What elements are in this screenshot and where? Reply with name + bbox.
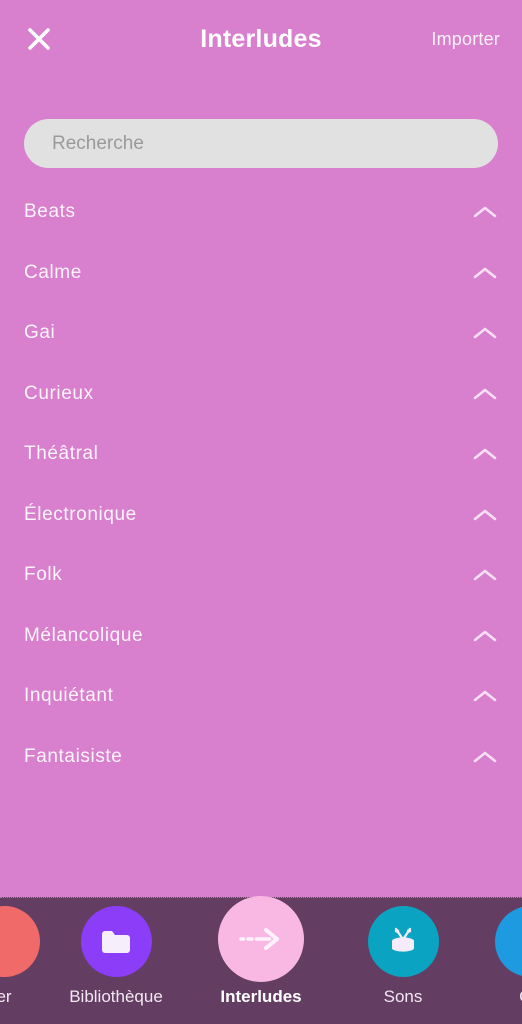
- nav-item-label: Interludes: [220, 987, 302, 1006]
- chevron-up-icon[interactable]: [472, 446, 498, 462]
- category-label: Fantaisiste: [24, 745, 123, 767]
- category-label: Théâtral: [24, 443, 99, 465]
- nav-item-label: Sons: [383, 987, 423, 1006]
- search-input[interactable]: [24, 119, 498, 168]
- category-row[interactable]: Théâtral: [0, 424, 522, 485]
- nav-item-label: Bibliothèque: [69, 987, 163, 1006]
- category-label: Électronique: [24, 503, 137, 525]
- category-label: Inquiétant: [24, 685, 114, 707]
- dashed-arrow-icon[interactable]: [218, 896, 304, 982]
- category-row[interactable]: Mélancolique: [0, 606, 522, 667]
- category-row[interactable]: Fantaisiste: [0, 727, 522, 788]
- chevron-up-icon[interactable]: [472, 688, 498, 704]
- category-row[interactable]: Curieux: [0, 364, 522, 425]
- category-row[interactable]: Gai: [0, 303, 522, 364]
- category-row[interactable]: Folk: [0, 545, 522, 606]
- chevron-up-icon[interactable]: [472, 204, 498, 220]
- partial-left-icon[interactable]: [0, 906, 40, 977]
- nav-item-er[interactable]: er: [0, 906, 64, 1007]
- bottom-navigation: er Bibliothèque Interludes Sons Ch: [0, 896, 522, 1024]
- chevron-up-icon[interactable]: [472, 325, 498, 341]
- category-label: Gai: [24, 322, 56, 344]
- category-row[interactable]: Électronique: [0, 485, 522, 546]
- import-button[interactable]: Importer: [431, 29, 500, 50]
- nav-item-biblioth-que[interactable]: Bibliothèque: [56, 906, 176, 1007]
- partial-right-icon[interactable]: [494, 906, 522, 977]
- category-label: Mélancolique: [24, 624, 144, 646]
- bottom-navigation-track: er Bibliothèque Interludes Sons Ch: [0, 896, 522, 1024]
- category-row[interactable]: Inquiétant: [0, 666, 522, 727]
- nav-item-label: er: [0, 987, 12, 1006]
- chevron-up-icon[interactable]: [472, 628, 498, 644]
- category-row[interactable]: Beats: [0, 182, 522, 243]
- chevron-up-icon[interactable]: [472, 567, 498, 583]
- nav-item-ch[interactable]: Ch: [470, 906, 522, 1007]
- category-row[interactable]: Calme: [0, 243, 522, 304]
- header-bar: Interludes Importer: [0, 0, 522, 78]
- drum-icon[interactable]: [367, 906, 439, 977]
- category-label: Beats: [24, 201, 76, 223]
- chevron-up-icon[interactable]: [472, 265, 498, 281]
- category-label: Calme: [24, 261, 82, 283]
- folder-icon[interactable]: [80, 906, 152, 977]
- nav-item-sons[interactable]: Sons: [343, 906, 463, 1007]
- chevron-up-icon[interactable]: [472, 507, 498, 523]
- close-icon[interactable]: [22, 22, 56, 56]
- category-label: Folk: [24, 564, 63, 586]
- chevron-up-icon[interactable]: [472, 386, 498, 402]
- category-label: Curieux: [24, 382, 94, 404]
- search-field-wrapper: [24, 119, 498, 168]
- chevron-up-icon[interactable]: [472, 749, 498, 765]
- category-list: Beats Calme Gai Curieux Théâtral Électronique…: [0, 182, 522, 896]
- nav-item-interludes[interactable]: Interludes: [201, 896, 321, 1007]
- app-screen: Interludes Importer Beats Calme Gai Curieux…: [0, 0, 522, 1024]
